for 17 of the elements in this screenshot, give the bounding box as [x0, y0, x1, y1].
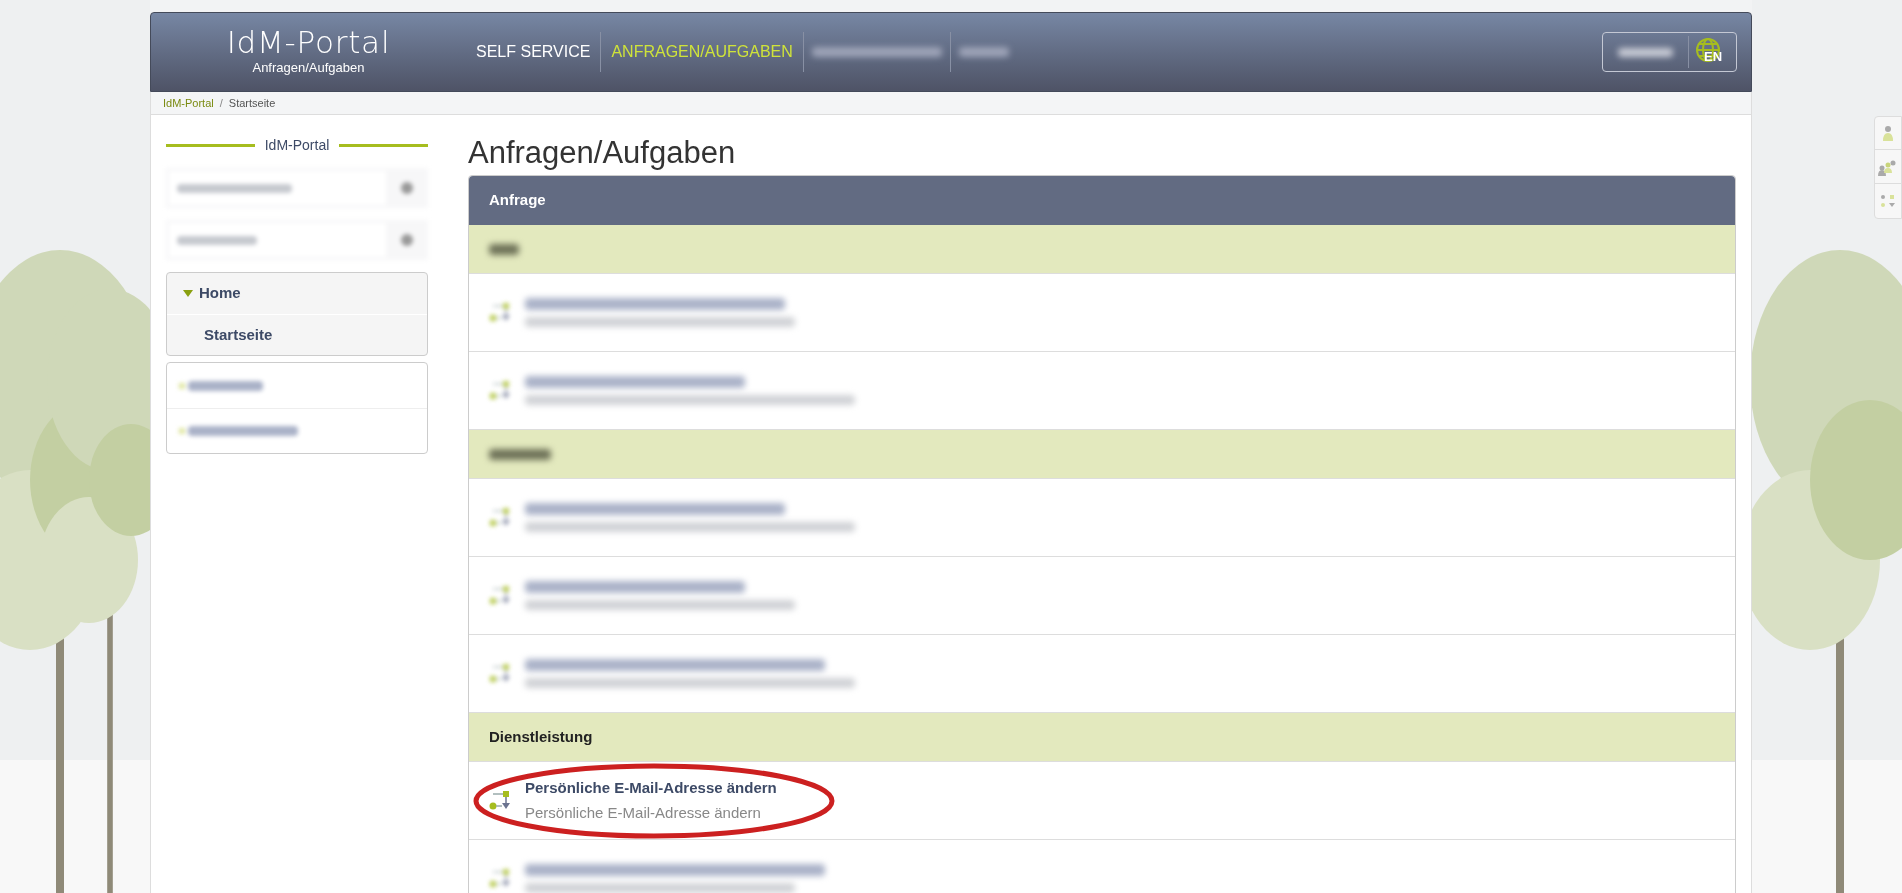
table-header: Anfrage	[469, 176, 1735, 225]
request-row[interactable]: Persönliche E-Mail-Adresse ändern Persönliche E-Mail-Adresse ändern	[469, 762, 1735, 840]
logo-subtitle: Anfragen/Aufgaben	[252, 59, 365, 78]
language-button[interactable]: EN	[1695, 37, 1725, 67]
breadcrumb-separator: /	[219, 95, 223, 111]
menu-item[interactable]: Startseite	[167, 315, 427, 355]
logo[interactable]: IdM-Portal	[226, 26, 391, 59]
nav-link[interactable]: ANFRAGEN/AUFGABEN	[609, 40, 795, 64]
sidebar-title: IdM-Portal	[264, 136, 330, 155]
menu-section[interactable]: Home	[167, 273, 427, 315]
request-title: Persönliche E-Mail-Adresse ändern	[525, 777, 777, 798]
request-description: Persönliche E-Mail-Adresse ändern	[525, 803, 762, 823]
breadcrumb-link[interactable]: IdM-Portal	[163, 94, 214, 112]
group-title: Dienstleistung	[489, 726, 593, 747]
nav-link[interactable]: SELF SERVICE	[474, 40, 593, 64]
page-title: Anfragen/Aufgaben	[468, 135, 737, 171]
breadcrumb-current: Startseite	[228, 95, 276, 111]
